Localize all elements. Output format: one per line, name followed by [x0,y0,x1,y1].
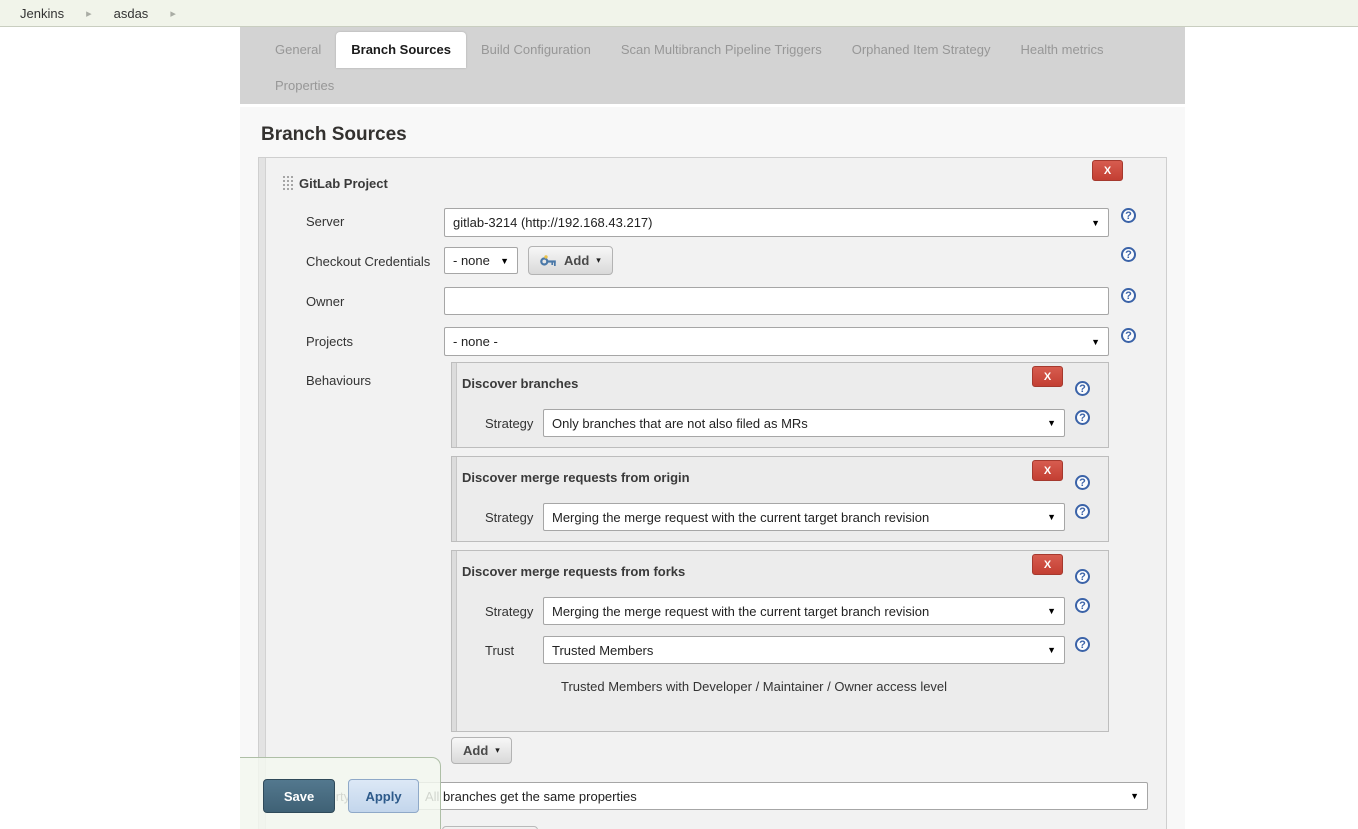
chevron-right-icon: ▸ [86,7,92,20]
config-tabbar: General Branch Sources Build Configurati… [240,27,1185,107]
strategy-help-icon[interactable]: ? [1075,504,1090,519]
chevron-right-icon: ▸ [170,7,176,20]
owner-input[interactable] [444,287,1109,315]
dropdown-arrow-icon: ▼ [1047,512,1056,522]
add-credentials-button[interactable]: Add ▾ [528,246,613,275]
tab-orphaned-item-strategy[interactable]: Orphaned Item Strategy [837,32,1006,68]
property-strategy-select[interactable]: All branches get the same properties ▼ [416,782,1148,810]
behaviour-discover-mr-origin: Discover merge requests from origin X ? … [451,456,1109,542]
strategy-help-icon[interactable]: ? [1075,410,1090,425]
behaviours-label: Behaviours [306,373,371,388]
server-label: Server [306,214,344,229]
owner-label: Owner [306,294,344,309]
dropdown-arrow-icon: ▼ [1091,218,1100,228]
strategy-select[interactable]: Merging the merge request with the curre… [543,503,1065,531]
trust-label: Trust [485,643,514,658]
behaviour-help-icon[interactable]: ? [1075,475,1090,490]
behaviour-title: Discover branches [462,376,578,391]
dropdown-arrow-icon: ▼ [1047,418,1056,428]
config-content: General Branch Sources Build Configurati… [240,27,1185,829]
apply-button[interactable]: Apply [348,779,419,813]
branch-source-panel: GitLab Project X Server gitlab-3214 (htt… [258,157,1167,829]
behaviour-discover-mr-forks: Discover merge requests from forks X ? S… [451,550,1109,732]
branch-source-type-label: GitLab Project [299,176,388,191]
behaviour-title: Discover merge requests from forks [462,564,685,579]
trust-help-icon[interactable]: ? [1075,637,1090,652]
dropdown-arrow-icon: ▼ [1130,791,1139,801]
checkout-credentials-help-icon[interactable]: ? [1121,247,1136,262]
add-behaviour-button[interactable]: Add ▾ [451,737,512,764]
breadcrumb-item-jenkins[interactable]: Jenkins [20,6,64,21]
trust-description: Trusted Members with Developer / Maintai… [561,679,947,694]
strategy-select[interactable]: Merging the merge request with the curre… [543,597,1065,625]
behaviour-help-icon[interactable]: ? [1075,381,1090,396]
owner-help-icon[interactable]: ? [1121,288,1136,303]
drag-grip-icon[interactable] [282,175,295,192]
breadcrumb-item-asdas[interactable]: asdas [114,6,149,21]
bottom-save-bar: Save Apply [240,757,441,829]
dropdown-arrow-icon: ▼ [1047,606,1056,616]
delete-branch-source-button[interactable]: X [1092,160,1123,181]
tab-properties[interactable]: Properties [260,68,349,104]
strategy-select[interactable]: Only branches that are not also filed as… [543,409,1065,437]
strategy-label: Strategy [485,604,533,619]
tab-branch-sources[interactable]: Branch Sources [336,32,466,68]
checkout-credentials-label: Checkout Credentials [306,254,430,269]
jenkins-config-page: Jenkins ▸ asdas ▸ General Branch Sources… [0,0,1358,829]
caret-down-icon: ▾ [596,255,601,266]
projects-select[interactable]: - none - ▼ [444,327,1109,356]
breadcrumb: Jenkins ▸ asdas ▸ [0,0,1358,27]
delete-behaviour-button[interactable]: X [1032,460,1063,481]
drag-handle[interactable] [259,158,266,829]
delete-behaviour-button[interactable]: X [1032,366,1063,387]
projects-label: Projects [306,334,353,349]
delete-behaviour-button[interactable]: X [1032,554,1063,575]
strategy-label: Strategy [485,416,533,431]
drag-handle[interactable] [452,457,457,541]
drag-handle[interactable] [452,363,457,447]
drag-handle[interactable] [452,551,457,731]
save-button[interactable]: Save [263,779,335,813]
caret-down-icon: ▾ [495,745,500,756]
dropdown-arrow-icon: ▼ [1047,645,1056,655]
strategy-help-icon[interactable]: ? [1075,598,1090,613]
behaviour-title: Discover merge requests from origin [462,470,690,485]
tab-scan-multibranch-pipeline-triggers[interactable]: Scan Multibranch Pipeline Triggers [606,32,837,68]
page-title: Branch Sources [261,124,1185,146]
behaviour-discover-branches: Discover branches X ? Strategy Only bran… [451,362,1109,448]
checkout-credentials-select[interactable]: - none - ▼ [444,247,518,274]
behaviour-help-icon[interactable]: ? [1075,569,1090,584]
server-select[interactable]: gitlab-3214 (http://192.168.43.217) ▼ [444,208,1109,237]
trust-select[interactable]: Trusted Members ▼ [543,636,1065,664]
tab-build-configuration[interactable]: Build Configuration [466,32,606,68]
tab-general[interactable]: General [260,32,336,68]
projects-help-icon[interactable]: ? [1121,328,1136,343]
dropdown-arrow-icon: ▼ [1091,337,1100,347]
dropdown-arrow-icon: ▼ [500,256,509,266]
strategy-label: Strategy [485,510,533,525]
server-help-icon[interactable]: ? [1121,208,1136,223]
key-icon [540,255,557,267]
tab-health-metrics[interactable]: Health metrics [1005,32,1118,68]
